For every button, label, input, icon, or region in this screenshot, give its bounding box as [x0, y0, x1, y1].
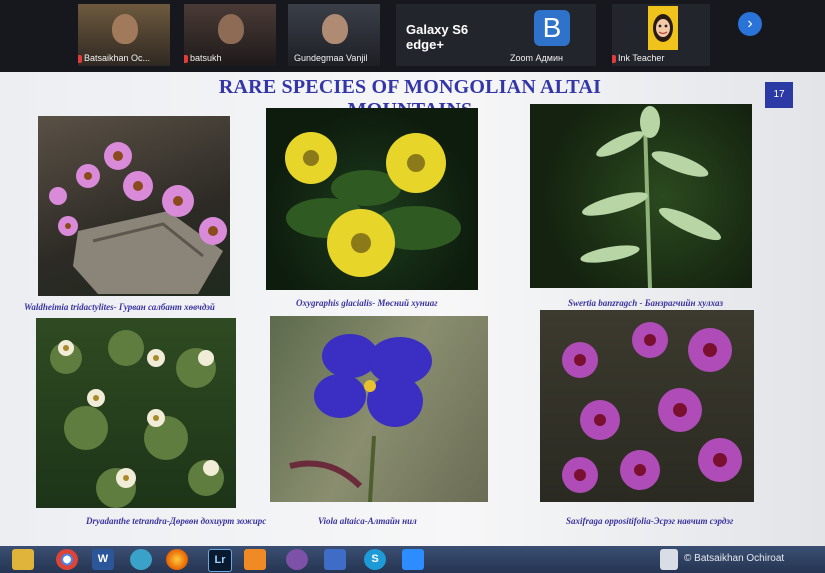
- photo-waldheimia: [38, 116, 230, 296]
- caption-saxifraga: Saxifraga oppositifolia-Эсрэг навчит сэр…: [566, 516, 734, 526]
- participant-name: Zoom Админ: [510, 53, 563, 63]
- caption-viola: Viola altaica-Алтайн нил: [318, 516, 417, 526]
- participant-name: batsukh: [190, 53, 222, 63]
- shared-slide: RARE SPECIES OF MONGOLIAN ALTAI MOUNTAIN…: [0, 72, 825, 546]
- firefox-icon[interactable]: [166, 549, 188, 570]
- photo-saxifraga: [540, 310, 754, 502]
- photo-viola: [270, 316, 488, 502]
- photo-swertia: [530, 104, 752, 288]
- keyboard-icon[interactable]: [660, 549, 678, 570]
- next-page-button[interactable]: ›: [738, 12, 762, 36]
- participant-tile[interactable]: Galaxy S6 edge+: [396, 4, 506, 66]
- cartoon-avatar-icon: [648, 6, 678, 50]
- participant-name: Ink Teacher: [618, 53, 665, 63]
- participant-video: [112, 14, 138, 44]
- windows-taskbar: W Lr S © Batsaikhan Ochiroat: [0, 546, 825, 573]
- photo-dryadanthe: [36, 318, 236, 508]
- media-player-icon[interactable]: [244, 549, 266, 570]
- participant-name: Gundegmaa Vanjil: [294, 53, 368, 63]
- skype-icon[interactable]: S: [364, 549, 386, 570]
- lightroom-icon[interactable]: Lr: [208, 549, 232, 572]
- participant-name: Galaxy S6 edge+: [406, 22, 469, 52]
- zoom-participants-bar: Batsaikhan Oc... batsukh Gundegmaa Vanji…: [0, 0, 825, 72]
- participant-video: [322, 14, 348, 44]
- muted-mic-icon: [612, 55, 616, 63]
- zoom-icon[interactable]: [402, 549, 424, 570]
- participant-tile[interactable]: batsukh: [184, 4, 276, 66]
- viber-icon[interactable]: [286, 549, 308, 570]
- caption-oxygraphis: Oxygraphis glacialis- Мөсний хуниаг: [296, 298, 438, 308]
- caption-dryadanthe: Dryadanthe tetrandra-Дөрвөн дохиурт зожи…: [86, 516, 267, 526]
- participant-tile[interactable]: Batsaikhan Oc...: [78, 4, 170, 66]
- tray-watermark: © Batsaikhan Ochiroat: [684, 553, 785, 564]
- word-icon[interactable]: W: [92, 549, 114, 570]
- caption-swertia: Swertia banzragch - Банзрагчийн хулхаз: [568, 298, 724, 308]
- participant-tile[interactable]: Gundegmaa Vanjil: [288, 4, 380, 66]
- participant-tile[interactable]: Ink Teacher: [612, 4, 710, 66]
- slide-page-number: 17: [765, 82, 793, 108]
- app-icon[interactable]: [130, 549, 152, 570]
- participant-name: Batsaikhan Oc...: [84, 53, 151, 63]
- muted-mic-icon: [78, 55, 82, 63]
- muted-mic-icon: [184, 55, 188, 63]
- file-explorer-icon[interactable]: [12, 549, 34, 570]
- participant-initial-avatar: B: [534, 10, 570, 46]
- participant-video: [218, 14, 244, 44]
- participant-tile[interactable]: B Zoom Админ: [504, 4, 596, 66]
- chrome-icon[interactable]: [56, 549, 78, 570]
- paint-icon[interactable]: [324, 549, 346, 570]
- photo-oxygraphis: [266, 108, 478, 290]
- caption-waldheimia: Waldheimia tridactylites- Гурван салбант…: [24, 302, 215, 312]
